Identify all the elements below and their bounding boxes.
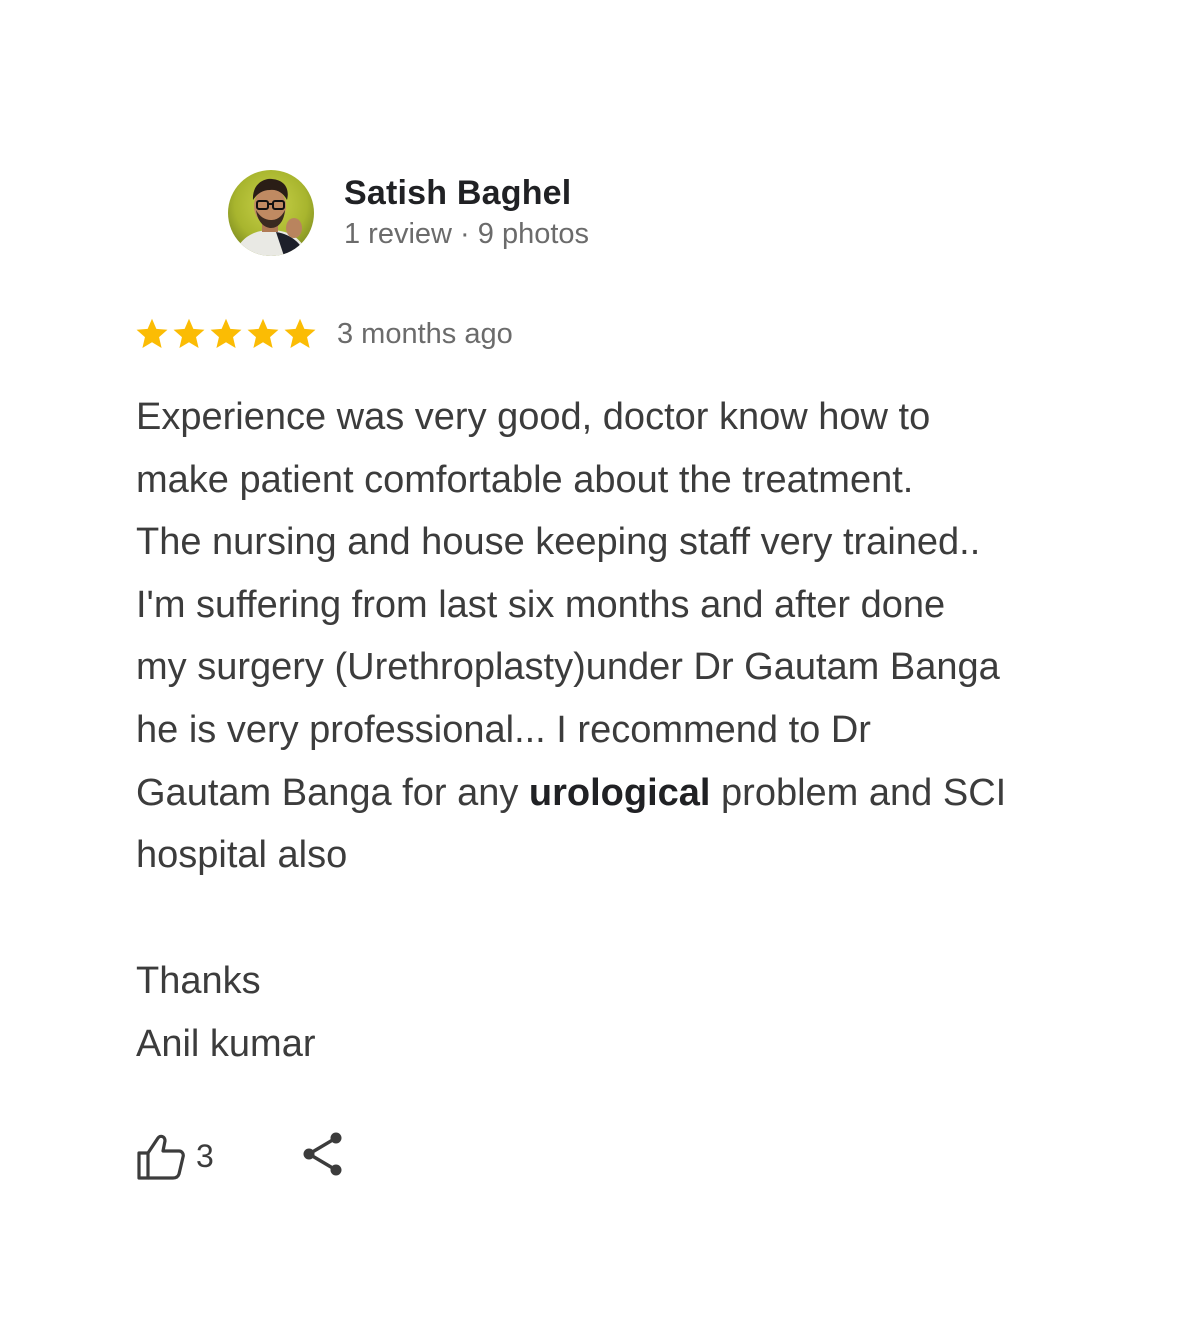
star-rating <box>134 316 319 352</box>
share-button[interactable] <box>300 1130 346 1183</box>
rating-row: 3 months ago <box>134 314 513 354</box>
like-button[interactable]: 3 <box>136 1133 214 1181</box>
review-time: 3 months ago <box>337 318 513 350</box>
star-icon <box>284 318 316 348</box>
like-count: 3 <box>196 1138 214 1174</box>
avatar-image <box>228 170 314 256</box>
review-highlight: urological <box>528 771 711 814</box>
signoff-thanks: Thanks <box>136 960 261 1002</box>
reviewer-info: Satish Baghel 1 review · 9 photos <box>344 172 589 254</box>
review-card: Satish Baghel 1 review · 9 photos 3 mont… <box>0 0 1200 1317</box>
avatar[interactable] <box>228 170 314 256</box>
share-icon <box>303 1132 342 1176</box>
review-signoff: Thanks Anil kumar <box>136 950 316 1075</box>
review-actions: 3 <box>136 1130 346 1183</box>
thumbs-up-icon <box>137 1134 185 1180</box>
star-icon <box>173 318 205 348</box>
review-text: Experience was very good, doctor know ho… <box>136 386 1096 887</box>
reviewer-header: Satish Baghel 1 review · 9 photos <box>228 170 589 256</box>
star-icon <box>136 318 168 348</box>
review-text-part1: Experience was very good, doctor know ho… <box>136 396 1000 814</box>
reviewer-name[interactable]: Satish Baghel <box>344 172 589 214</box>
signoff-author: Anil kumar <box>136 1022 316 1065</box>
star-icon <box>210 318 242 348</box>
star-icon <box>247 318 279 348</box>
reviewer-meta: 1 review · 9 photos <box>344 218 590 250</box>
